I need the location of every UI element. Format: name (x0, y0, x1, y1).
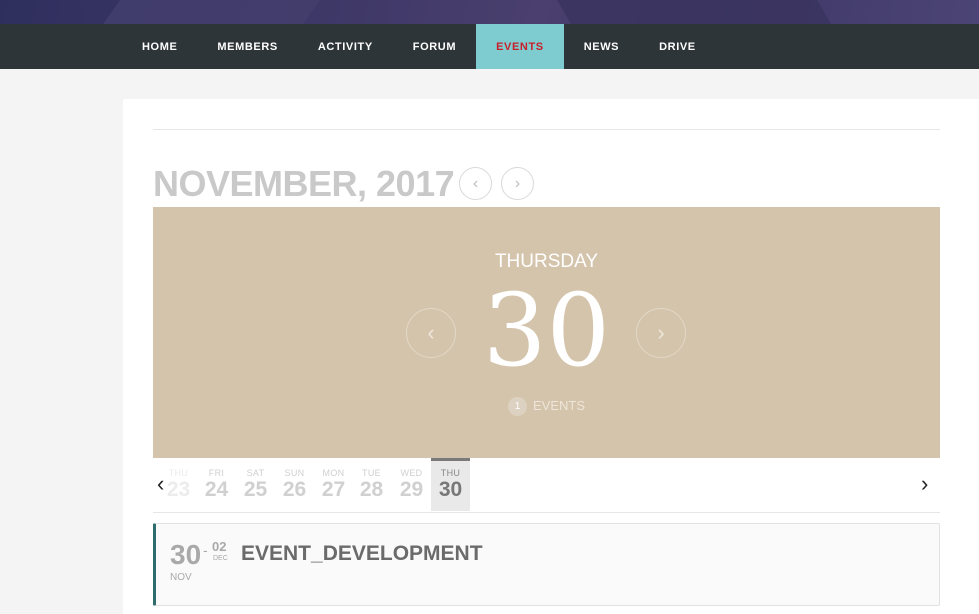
nav-item-events[interactable]: EVENTS (476, 24, 564, 69)
day-cell-date: 28 (359, 478, 384, 501)
day-cell-weekday: SUN (284, 468, 305, 478)
day-cell-date: 29 (399, 478, 424, 501)
day-cell[interactable]: SAT 25 (236, 458, 275, 511)
event-card[interactable]: 30 - 02 DEC NOV EVENT_DEVELOPMENT (153, 523, 940, 606)
chevron-left-icon: ‹ (472, 174, 479, 192)
selected-day-number: 30 (482, 272, 611, 389)
prev-day-button[interactable]: ‹ (406, 308, 456, 358)
day-cell-date: 27 (321, 478, 346, 501)
event-start-day: 30 (170, 539, 202, 570)
header-hero-banner (0, 0, 979, 24)
day-cell-date: 24 (204, 478, 229, 501)
prev-month-button[interactable]: ‹ (459, 167, 492, 200)
event-end-day: 02 (212, 539, 227, 554)
day-cell-weekday: MON (322, 468, 345, 478)
events-label: EVENTS (532, 397, 585, 413)
day-strip: ‹ THU 23 FRI 24 SAT 25 SUN 26 MON 27 TUE… (153, 458, 940, 513)
day-cell-weekday: THU (440, 468, 461, 478)
nav-item-forum[interactable]: FORUM (393, 24, 476, 69)
day-cell-weekday: THU (168, 468, 189, 478)
nav-item-activity[interactable]: ACTIVITY (298, 24, 393, 69)
hero-decor-shape (539, 0, 841, 24)
hero-decor-shape (91, 0, 349, 24)
day-cell-selected[interactable]: THU 30 (431, 458, 470, 511)
day-cell-weekday: WED (400, 468, 423, 478)
day-cell[interactable]: MON 27 (314, 458, 353, 511)
event-start-month: NOV (170, 572, 192, 583)
chevron-right-icon: › (514, 174, 521, 192)
day-cell[interactable]: WED 29 (392, 458, 431, 511)
day-cell[interactable]: THU 23 (159, 458, 198, 511)
event-date-separator: - (203, 542, 208, 558)
event-title[interactable]: EVENT_DEVELOPMENT (241, 542, 483, 566)
month-title: NOVEMBER, 2017 (153, 163, 455, 204)
events-count[interactable]: 1 EVENTS (153, 397, 940, 416)
selected-weekday: THURSDAY (494, 251, 599, 272)
chevron-left-icon: ‹ (427, 320, 435, 345)
day-cell-date: 23 (166, 478, 191, 501)
day-cell-weekday: TUE (362, 468, 381, 478)
main-nav: HOME MEMBERS ACTIVITY FORUM EVENTS NEWS … (0, 24, 979, 69)
strip-next-button[interactable]: › (921, 472, 928, 496)
day-cell-date: 25 (243, 478, 268, 501)
day-cell-weekday: SAT (246, 468, 265, 478)
day-cell-weekday: FRI (208, 468, 225, 478)
divider (153, 129, 940, 130)
nav-item-home[interactable]: HOME (122, 24, 197, 69)
nav-item-members[interactable]: MEMBERS (197, 24, 297, 69)
next-day-button[interactable]: › (636, 308, 686, 358)
event-count-badge: 1 (507, 397, 527, 416)
chevron-right-icon: › (921, 471, 929, 496)
day-cell[interactable]: TUE 28 (352, 458, 391, 511)
day-cell[interactable]: SUN 26 (275, 458, 314, 511)
nav-item-news[interactable]: NEWS (564, 24, 639, 69)
day-cell-date: 30 (438, 478, 463, 501)
event-end-month: DEC (213, 555, 228, 562)
events-calendar-panel: NOVEMBER, 2017 ‹ › THURSDAY 30 ‹ › 1 EVEN… (123, 99, 979, 614)
day-cell[interactable]: FRI 24 (197, 458, 236, 511)
chevron-right-icon: › (657, 320, 665, 345)
nav-item-drive[interactable]: DRIVE (639, 24, 716, 69)
next-month-button[interactable]: › (501, 167, 534, 200)
day-cell-date: 26 (282, 478, 307, 501)
selected-day-banner: THURSDAY 30 ‹ › 1 EVENTS (153, 207, 940, 458)
